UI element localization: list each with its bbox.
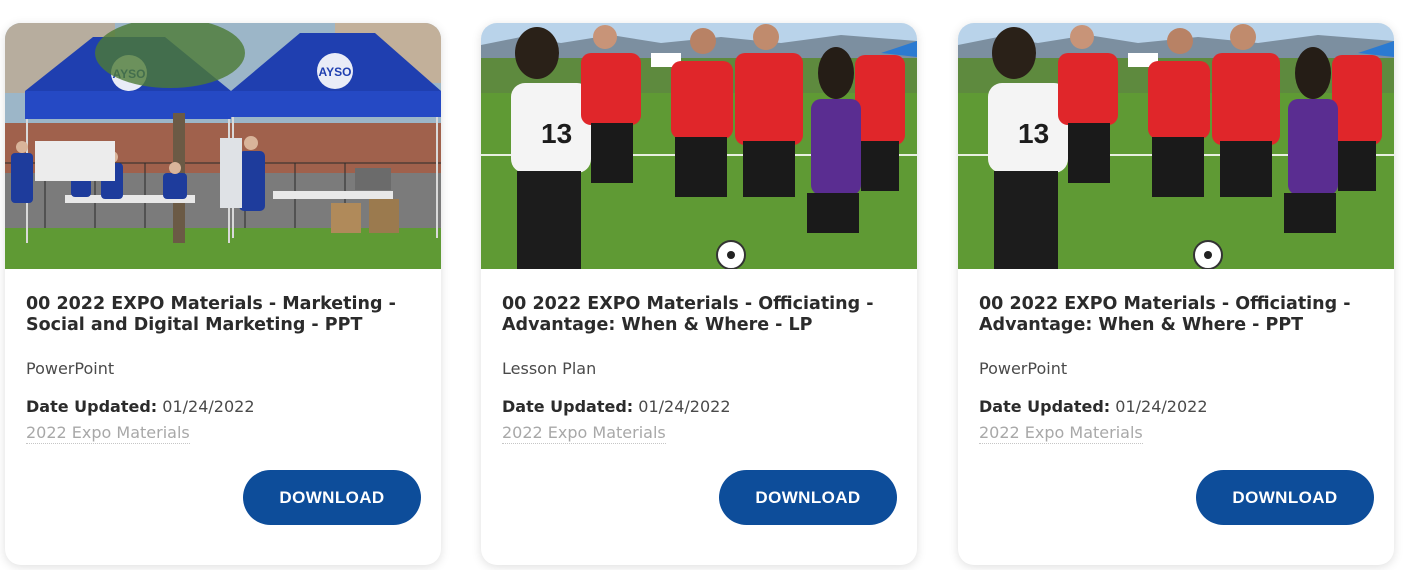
date-updated: Date Updated: 01/24/2022 <box>502 397 731 416</box>
resource-card: 13 00 2022 EXPO Materials - Officiating … <box>958 23 1394 565</box>
resource-card: AYSO AYSO <box>5 23 441 565</box>
resource-title: 00 2022 EXPO Materials - Marketing - Soc… <box>26 294 426 336</box>
date-value: 01/24/2022 <box>638 397 731 416</box>
category-link[interactable]: 2022 Expo Materials <box>26 423 190 444</box>
title-line: 00 2022 EXPO Materials - Officiating - <box>979 294 1351 314</box>
date-value: 01/24/2022 <box>162 397 255 416</box>
resource-type: Lesson Plan <box>502 359 597 378</box>
jersey-number: 13 <box>541 118 572 149</box>
jersey-number: 13 <box>1018 118 1049 149</box>
download-button[interactable]: DOWNLOAD <box>1196 470 1374 525</box>
title-line: 00 2022 EXPO Materials - Marketing - <box>26 294 396 314</box>
title-line: Advantage: When & Where - PPT <box>979 315 1304 335</box>
resource-card: 13 00 2022 EXPO Materials - Officiating … <box>481 23 917 565</box>
resource-type: PowerPoint <box>26 359 115 378</box>
title-line: Advantage: When & Where - LP <box>502 315 813 335</box>
card-photo-referees-coin-toss: 13 <box>958 23 1394 269</box>
category-link[interactable]: 2022 Expo Materials <box>502 423 666 444</box>
date-label: Date Updated: <box>26 397 158 416</box>
resource-type: PowerPoint <box>979 359 1068 378</box>
date-label: Date Updated: <box>979 397 1111 416</box>
resource-title: 00 2022 EXPO Materials - Officiating - A… <box>979 294 1379 336</box>
resource-title: 00 2022 EXPO Materials - Officiating - A… <box>502 294 902 336</box>
download-button[interactable]: DOWNLOAD <box>243 470 421 525</box>
card-photo-expo-tents: AYSO AYSO <box>5 23 441 269</box>
title-line: 00 2022 EXPO Materials - Officiating - <box>502 294 874 314</box>
date-updated: Date Updated: 01/24/2022 <box>26 397 255 416</box>
date-updated: Date Updated: 01/24/2022 <box>979 397 1208 416</box>
date-value: 01/24/2022 <box>1115 397 1208 416</box>
title-line: Social and Digital Marketing - PPT <box>26 315 363 335</box>
svg-text:AYSO: AYSO <box>319 65 352 79</box>
download-button[interactable]: DOWNLOAD <box>719 470 897 525</box>
resource-card-grid: AYSO AYSO <box>0 0 1407 570</box>
category-link[interactable]: 2022 Expo Materials <box>979 423 1143 444</box>
card-photo-referees-coin-toss: 13 <box>481 23 917 269</box>
date-label: Date Updated: <box>502 397 634 416</box>
